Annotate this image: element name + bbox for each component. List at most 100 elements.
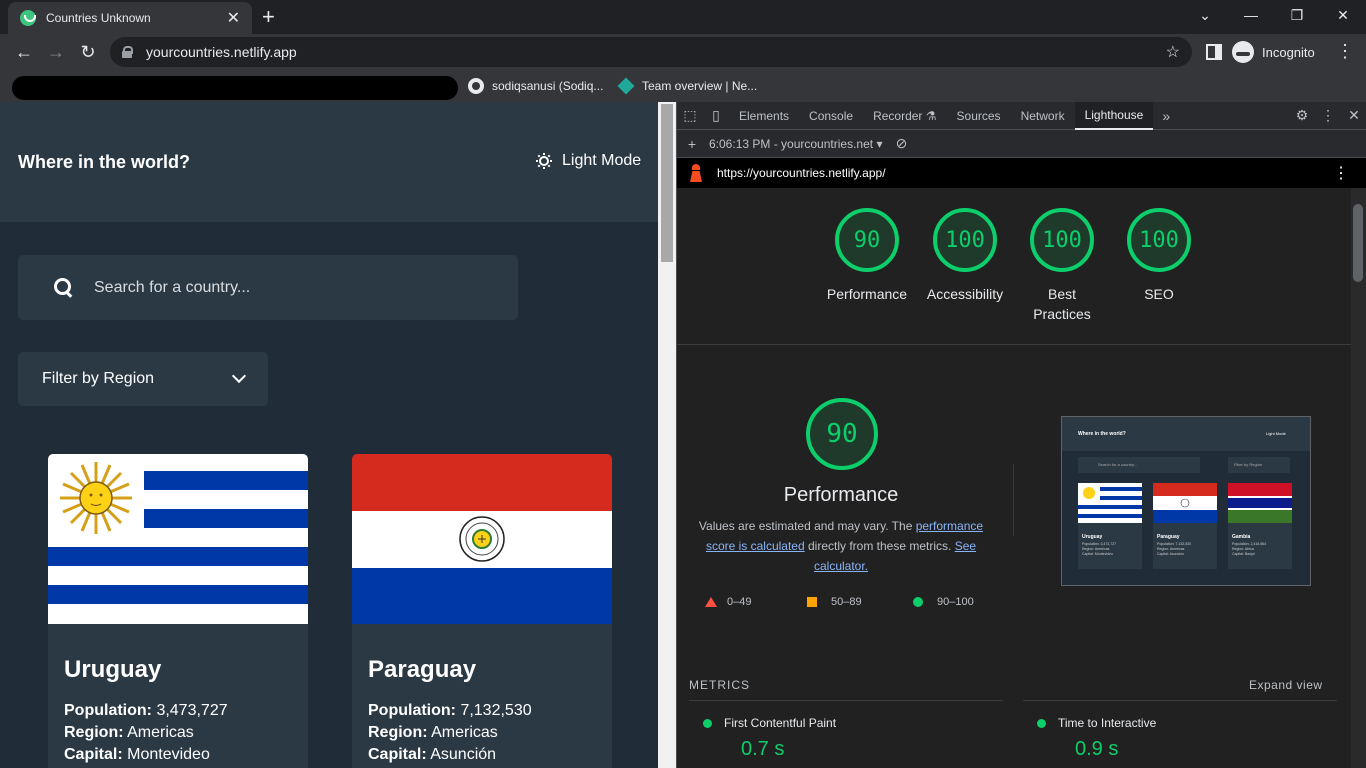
uruguay-flag xyxy=(48,454,308,624)
sun-icon xyxy=(536,153,552,169)
final-screenshot-thumbnail[interactable]: Where in the world? Light Mode Search fo… xyxy=(1061,416,1311,586)
devtools-tabbar: ⬚ ▯ Elements Console Recorder ⚗ Sources … xyxy=(677,101,1366,130)
reload-icon[interactable]: ↻ xyxy=(76,40,100,64)
tab-recorder[interactable]: Recorder ⚗ xyxy=(863,102,946,130)
lighthouse-report: 90 Performance 100 Accessibility 100 Bes… xyxy=(677,188,1351,768)
legend-fail: 0–49 xyxy=(705,596,751,608)
population-value: 7,132,530 xyxy=(460,702,532,719)
score-gauge-best-practices[interactable]: 100 Best Practices xyxy=(1014,208,1110,324)
new-report-icon[interactable]: + xyxy=(679,136,705,152)
theme-toggle-button[interactable]: Light Mode xyxy=(536,152,641,170)
performance-score-value: 90 xyxy=(806,398,878,470)
browser-tab[interactable]: Countries Unknown ✕ xyxy=(8,2,252,34)
report-menu-icon[interactable]: ⋮ xyxy=(1333,163,1349,183)
score-value: 100 xyxy=(1127,208,1191,272)
expand-view-toggle[interactable]: Expand view xyxy=(1249,678,1323,692)
page-scrollbar-thumb[interactable] xyxy=(661,104,673,262)
address-text[interactable]: yourcountries.netlify.app xyxy=(146,44,1166,60)
restore-icon[interactable]: ❐ xyxy=(1274,0,1320,30)
incognito-icon xyxy=(1232,41,1254,63)
site-title[interactable]: Where in the world? xyxy=(18,152,190,173)
side-panel-icon[interactable] xyxy=(1206,44,1222,60)
window-close-icon[interactable]: ✕ xyxy=(1320,0,1366,30)
bookmark-star-icon[interactable]: ☆ xyxy=(1166,42,1180,62)
forward-icon[interactable]: → xyxy=(44,40,68,64)
tab-sources[interactable]: Sources xyxy=(947,102,1011,130)
population-value: 3,473,727 xyxy=(156,702,228,719)
address-bar[interactable]: yourcountries.netlify.app ☆ xyxy=(110,37,1192,67)
circle-icon xyxy=(913,597,923,607)
thumb-card-paraguay: Paraguay Population: 7,132,530 Region: A… xyxy=(1153,483,1217,569)
tab-search-icon[interactable]: ⌄ xyxy=(1182,0,1228,30)
tab-strip: Countries Unknown ✕ + ⌄ — ❐ ✕ xyxy=(0,0,1366,34)
devtools-close-icon[interactable]: ✕ xyxy=(1341,107,1366,124)
thumb-card-uruguay: Uruguay Population: 3,473,727 Region: Am… xyxy=(1078,483,1142,569)
inspect-element-icon[interactable]: ⬚ xyxy=(677,107,703,124)
report-selector-label: 6:06:13 PM - yourcountries.net xyxy=(709,136,874,151)
population-label: Population: xyxy=(64,702,152,719)
legend-label: 0–49 xyxy=(727,596,752,608)
thumb-card-name: Paraguay xyxy=(1157,534,1180,540)
tab-recorder-label: Recorder xyxy=(873,108,923,123)
score-gauge-accessibility[interactable]: 100 Accessibility xyxy=(917,208,1013,304)
thumb-card-name: Gambia xyxy=(1232,534,1251,540)
bookmark-github[interactable]: sodiqsanusi (Sodiq... xyxy=(468,76,603,96)
report-url[interactable]: https://yourcountries.netlify.app/ xyxy=(717,166,1333,180)
bookmark-label: Team overview | Ne... xyxy=(642,79,758,93)
country-info: Population: 7,132,530 Region: Americas C… xyxy=(368,700,532,766)
capital-label: Capital: xyxy=(368,746,427,763)
country-search[interactable] xyxy=(18,255,518,320)
legend-label: 90–100 xyxy=(937,596,974,608)
site-favicon-icon xyxy=(20,10,36,26)
site-header: Where in the world? Light Mode xyxy=(0,102,658,222)
metrics-header: METRICS xyxy=(689,678,750,692)
lock-icon[interactable] xyxy=(122,46,133,58)
country-name: Uruguay xyxy=(64,656,162,683)
legend-pass: 90–100 xyxy=(913,596,974,608)
score-gauge-performance[interactable]: 90 Performance xyxy=(819,208,915,304)
browser-menu-icon[interactable]: ⋮ xyxy=(1336,42,1354,60)
thumb-flag-gambia xyxy=(1228,483,1292,523)
device-toolbar-icon[interactable]: ▯ xyxy=(703,107,729,124)
description-text: Values are estimated and may vary. The xyxy=(698,519,916,533)
region-filter-dropdown[interactable]: Filter by Region xyxy=(18,352,268,406)
score-gauge-seo[interactable]: 100 SEO xyxy=(1111,208,1207,304)
bookmark-team-overview[interactable]: Team overview | Ne... xyxy=(617,76,758,96)
legend-label: 50–89 xyxy=(831,596,862,608)
thumb-card-gambia: Gambia Population: 2,416,664 Region: Afr… xyxy=(1228,483,1292,569)
search-input[interactable] xyxy=(94,278,454,297)
more-tabs-icon[interactable]: » xyxy=(1153,108,1179,124)
settings-gear-icon[interactable]: ⚙ xyxy=(1289,107,1315,124)
capital-value: Asunción xyxy=(430,746,497,763)
minimize-icon[interactable]: — xyxy=(1228,0,1274,30)
tab-elements[interactable]: Elements xyxy=(729,102,799,130)
tab-title: Countries Unknown xyxy=(46,11,151,25)
flask-icon: ⚗ xyxy=(925,108,937,123)
tab-console[interactable]: Console xyxy=(799,102,863,130)
chevron-down-icon xyxy=(231,368,247,384)
thumb-card-info: Capital: Montevideo xyxy=(1082,552,1113,556)
region-label: Region: xyxy=(64,724,124,741)
metric-value: 0.9 s xyxy=(1075,738,1119,760)
lighthouse-url-bar: https://yourcountries.netlify.app/ ⋮ xyxy=(677,158,1366,188)
devtools-menu-icon[interactable]: ⋮ xyxy=(1315,107,1341,124)
report-scrollbar[interactable] xyxy=(1351,188,1366,768)
country-card-paraguay[interactable]: Paraguay Population: 7,132,530 Region: A… xyxy=(352,454,612,768)
country-card-uruguay[interactable]: Uruguay Population: 3,473,727 Region: Am… xyxy=(48,454,308,768)
report-scrollbar-thumb[interactable] xyxy=(1353,204,1363,282)
page-scrollbar[interactable] xyxy=(658,102,676,768)
tab-close-icon[interactable]: ✕ xyxy=(227,8,240,28)
clear-reports-icon[interactable]: ⊘ xyxy=(888,135,914,152)
tab-network[interactable]: Network xyxy=(1011,102,1075,130)
thumb-title: Where in the world? xyxy=(1078,431,1126,437)
tab-lighthouse[interactable]: Lighthouse xyxy=(1074,101,1154,130)
score-value: 90 xyxy=(835,208,899,272)
thumb-flag-paraguay xyxy=(1153,483,1217,523)
devtools-panel: ⬚ ▯ Elements Console Recorder ⚗ Sources … xyxy=(676,101,1366,768)
dropdown-arrow-icon: ▾ xyxy=(876,136,883,151)
incognito-indicator[interactable]: Incognito xyxy=(1232,38,1315,66)
report-selector[interactable]: 6:06:13 PM - yourcountries.net ▾ xyxy=(709,137,882,151)
bookmarks-bar: sodiqsanusi (Sodiq... Team overview | Ne… xyxy=(0,70,1366,102)
back-icon[interactable]: ← xyxy=(12,40,36,64)
new-tab-icon[interactable]: + xyxy=(262,6,275,28)
